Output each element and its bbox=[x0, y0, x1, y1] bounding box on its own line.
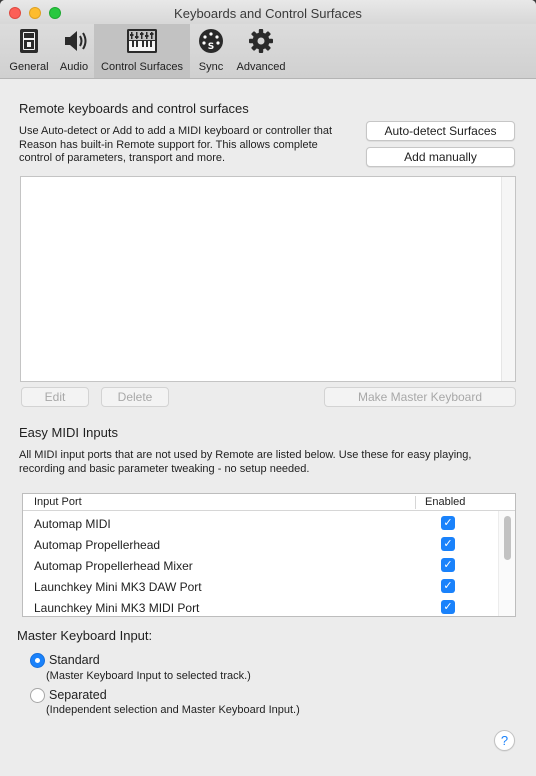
input-port-name: Automap MIDI bbox=[34, 517, 111, 531]
midi-sync-icon: S bbox=[199, 29, 223, 53]
midi-inputs-scroll-thumb[interactable] bbox=[504, 516, 511, 560]
easy-midi-heading: Easy MIDI Inputs bbox=[19, 425, 118, 440]
svg-text:S: S bbox=[208, 42, 214, 52]
add-manually-button[interactable]: Add manually bbox=[366, 147, 515, 167]
easy-midi-description-line: recording and basic parameter tweaking -… bbox=[19, 462, 310, 475]
enabled-checkbox[interactable]: ✓ bbox=[441, 600, 455, 614]
window-title: Keyboards and Control Surfaces bbox=[174, 6, 362, 21]
keyboard-mixer-icon bbox=[127, 29, 157, 53]
speaker-icon bbox=[65, 31, 87, 51]
column-enabled[interactable]: Enabled bbox=[425, 496, 465, 508]
midi-inputs-table: Input Port Enabled Automap MIDI ✓ Automa… bbox=[22, 493, 516, 617]
input-port-name: Launchkey Mini MK3 MIDI Port bbox=[34, 601, 200, 615]
edit-button[interactable]: Edit bbox=[21, 387, 89, 407]
control-surfaces-list[interactable] bbox=[20, 176, 516, 382]
easy-midi-description: All MIDI input ports that are not used b… bbox=[19, 449, 519, 476]
control-surfaces-list-scrollbar[interactable] bbox=[501, 177, 515, 381]
master-input-heading: Master Keyboard Input: bbox=[17, 628, 153, 643]
tab-general[interactable]: General bbox=[4, 24, 54, 78]
column-input-port[interactable]: Input Port bbox=[34, 496, 82, 508]
standard-radio[interactable] bbox=[30, 653, 45, 668]
remote-description: Use Auto-detect or Add to add a MIDI key… bbox=[19, 125, 364, 166]
table-row[interactable]: Automap Propellerhead ✓ bbox=[23, 534, 499, 555]
tab-sync-label: Sync bbox=[198, 61, 224, 73]
remote-description-line: Reason has built-in Remote support for. … bbox=[19, 138, 318, 151]
tab-control-surfaces-label: Control Surfaces bbox=[101, 61, 183, 73]
tab-control-surfaces[interactable]: Control Surfaces bbox=[94, 24, 190, 78]
make-master-keyboard-button[interactable]: Make Master Keyboard bbox=[324, 387, 516, 407]
input-port-name: Automap Propellerhead Mixer bbox=[34, 559, 193, 573]
separated-description: (Independent selection and Master Keyboa… bbox=[46, 704, 300, 716]
enabled-checkbox[interactable]: ✓ bbox=[441, 579, 455, 593]
input-port-name: Launchkey Mini MK3 DAW Port bbox=[34, 580, 202, 594]
enabled-checkbox[interactable]: ✓ bbox=[441, 516, 455, 530]
tab-general-label: General bbox=[9, 61, 49, 73]
remote-description-line: control of parameters, transport and mor… bbox=[19, 152, 226, 164]
midi-inputs-table-header: Input Port Enabled bbox=[23, 494, 515, 511]
auto-detect-surfaces-button[interactable]: Auto-detect Surfaces bbox=[366, 121, 515, 141]
table-row[interactable]: Automap MIDI ✓ bbox=[23, 513, 499, 534]
control-surfaces-panel: Remote keyboards and control surfaces Us… bbox=[0, 80, 536, 776]
standard-description: (Master Keyboard Input to selected track… bbox=[46, 670, 251, 682]
enabled-checkbox[interactable]: ✓ bbox=[441, 558, 455, 572]
separated-label[interactable]: Separated bbox=[49, 688, 107, 702]
tab-sync[interactable]: S Sync bbox=[193, 24, 229, 78]
standard-label[interactable]: Standard bbox=[49, 653, 100, 667]
table-row[interactable]: Automap Propellerhead Mixer ✓ bbox=[23, 555, 499, 576]
separated-radio[interactable] bbox=[30, 688, 45, 703]
enabled-checkbox[interactable]: ✓ bbox=[441, 537, 455, 551]
remote-description-line: Use Auto-detect or Add to add a MIDI key… bbox=[19, 125, 333, 137]
input-port-name: Automap Propellerhead bbox=[34, 538, 161, 552]
tab-audio[interactable]: Audio bbox=[55, 24, 93, 78]
help-button[interactable]: ? bbox=[494, 730, 515, 751]
delete-button[interactable]: Delete bbox=[101, 387, 169, 407]
easy-midi-description-line: All MIDI input ports that are not used b… bbox=[19, 449, 472, 461]
table-row[interactable]: Launchkey Mini MK3 DAW Port ✓ bbox=[23, 576, 499, 597]
title-bar[interactable]: Keyboards and Control Surfaces bbox=[0, 0, 536, 26]
remote-heading: Remote keyboards and control surfaces bbox=[19, 101, 249, 116]
midi-inputs-scrollbar[interactable] bbox=[498, 511, 515, 616]
column-separator bbox=[415, 496, 416, 509]
preferences-window: Keyboards and Control Surfaces General A… bbox=[0, 0, 536, 776]
preferences-toolbar: General Audio Control Surfaces S Sync Ad… bbox=[0, 24, 536, 79]
gear-icon bbox=[249, 29, 273, 53]
tab-audio-label: Audio bbox=[59, 61, 89, 73]
tab-advanced[interactable]: Advanced bbox=[232, 24, 290, 78]
general-icon bbox=[20, 29, 38, 53]
table-row[interactable]: Launchkey Mini MK3 MIDI Port ✓ bbox=[23, 597, 499, 616]
tab-advanced-label: Advanced bbox=[236, 61, 286, 73]
